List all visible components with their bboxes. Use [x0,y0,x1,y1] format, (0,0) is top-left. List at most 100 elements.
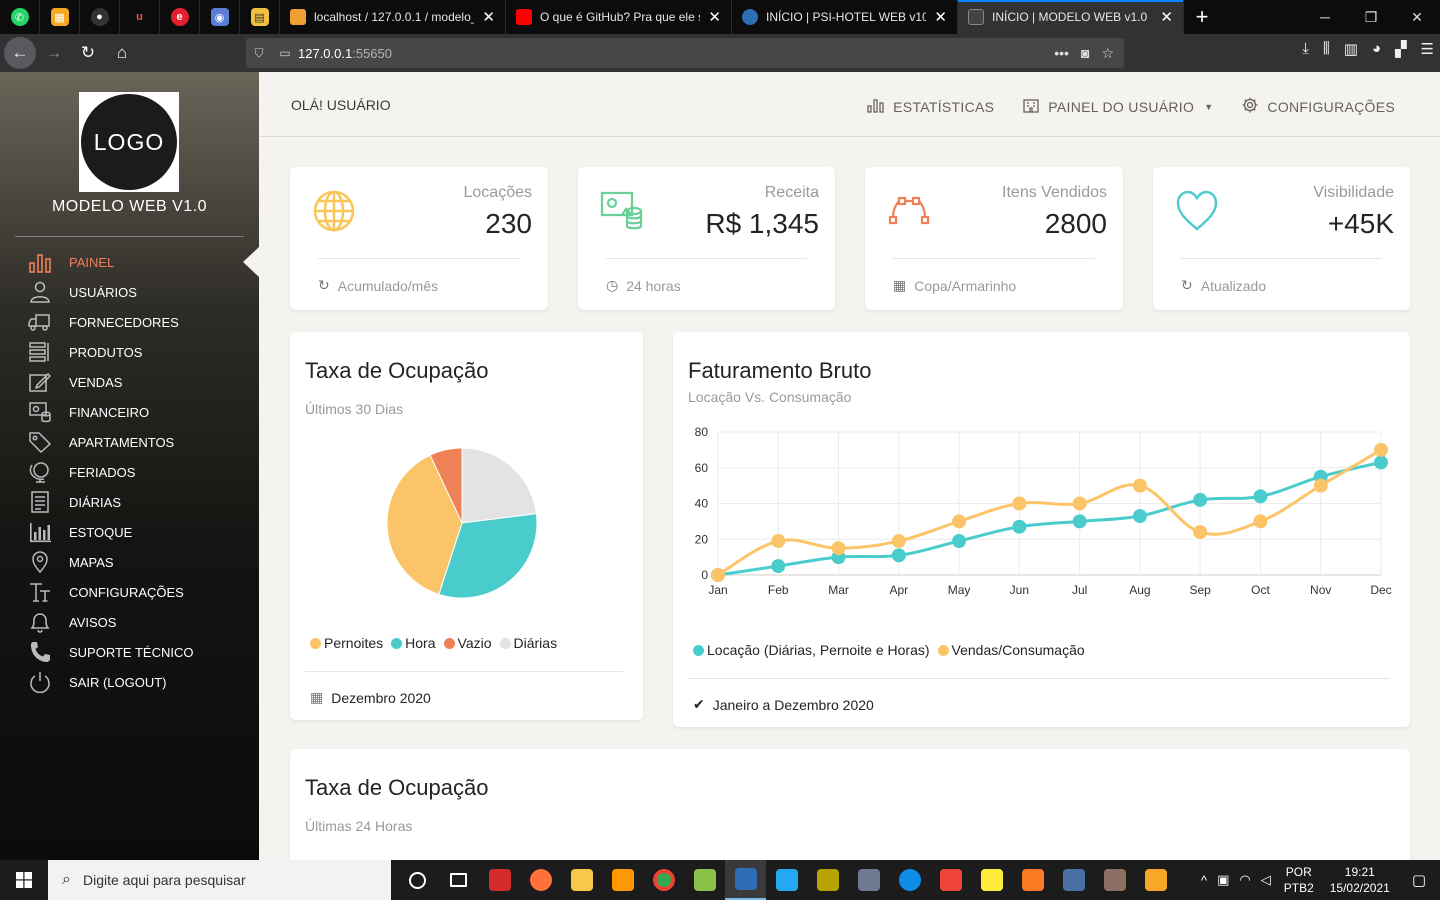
meet-now-icon[interactable]: ▣ [1212,872,1234,888]
sidebar-item-apartamentos[interactable]: APARTAMENTOS [26,427,193,457]
volume-icon[interactable]: ◁ [1256,872,1276,888]
taskbar-app-vscode[interactable] [766,860,807,900]
tab-psi-hotel[interactable]: INÍCIO | PSI-HOTEL WEB v10.3 ✕ [732,0,958,34]
taskbar-app-active[interactable] [725,860,766,900]
logo[interactable]: LOGO [79,92,179,192]
pinned-tab-udemy[interactable]: u [120,0,160,34]
user-panel-dropdown[interactable]: PAINEL DO USUÁRIO ▼ [1022,96,1213,117]
settings-link[interactable]: CONFIGURAÇÕES [1241,96,1395,117]
stats-link[interactable]: ESTATÍSTICAS [867,96,994,117]
taskbar-search[interactable]: ⌕ Digite aqui para pesquisar [48,860,391,900]
url-bar[interactable]: ⛉ ▭ 127.0.0.1:55650 ••• ◙ ☆ [246,38,1124,68]
clock[interactable]: 19:21 15/02/2021 [1322,864,1398,896]
taskbar-app-chrome[interactable] [643,860,684,900]
sidebar-item-fornecedores[interactable]: FORNECEDORES [26,307,193,337]
pinned-tab-whatsapp[interactable]: ✆ [0,0,40,34]
close-icon[interactable]: ✕ [482,8,495,26]
data-point-s1-jan[interactable] [711,568,725,582]
data-point-s0-oct[interactable] [1253,489,1268,504]
cortana-button[interactable] [397,860,438,900]
pocket-icon[interactable]: ◙ [1081,45,1089,62]
sidebar-item-usuarios[interactable]: USUÁRIOS [26,277,193,307]
data-point-s0-dec[interactable] [1374,455,1388,470]
forward-button[interactable]: → [38,37,70,69]
page-icon[interactable]: ▭ [272,46,298,60]
extensions-icon[interactable]: ▞ [1395,40,1407,58]
sidebar-item-configuracoes[interactable]: CONFIGURAÇÕES [26,577,193,607]
task-view-button[interactable] [438,860,479,900]
pinned-tab-e[interactable]: e [160,0,200,34]
bookmark-star-icon[interactable]: ☆ [1101,45,1114,62]
data-point-s0-jul[interactable] [1072,514,1087,529]
data-point-s1-oct[interactable] [1253,514,1268,529]
sidebar-item-feriados[interactable]: FERIADOS [26,457,193,487]
pinned-tab-app[interactable]: ▦ [40,0,80,34]
home-button[interactable]: ⌂ [106,37,138,69]
sidebar-item-diarias[interactable]: DIÁRIAS [26,487,193,517]
taskbar-app-anydesk[interactable] [930,860,971,900]
sidebar-item-produtos[interactable]: PRODUTOS [26,337,193,367]
data-point-s1-dec[interactable] [1374,442,1388,457]
data-point-s1-feb[interactable] [771,534,786,549]
data-point-s1-jun[interactable] [1012,496,1027,511]
sidebar-item-financeiro[interactable]: FINANCEIRO [26,397,193,427]
data-point-s0-aug[interactable] [1132,509,1147,524]
data-point-s1-may[interactable] [952,514,967,529]
sidebar-item-estoque[interactable]: ESTOQUE [26,517,193,547]
taskbar-app-sticky[interactable] [971,860,1012,900]
download-icon[interactable]: ⤓ [1302,40,1309,58]
chevron-up-icon[interactable]: ^ [1196,873,1212,888]
taskbar-app-xampp[interactable] [1012,860,1053,900]
data-point-s0-apr[interactable] [891,548,906,563]
pie-slice-dirias[interactable] [461,447,537,524]
sidebar-item-sair[interactable]: SAIR (LOGOUT) [26,667,193,697]
taskbar-app-explorer[interactable] [561,860,602,900]
data-point-s1-nov[interactable] [1313,478,1328,493]
data-point-s1-aug[interactable] [1132,478,1147,493]
pinned-tab-shield[interactable]: ◉ [200,0,240,34]
taskbar-app-tool[interactable] [1135,860,1176,900]
sidebar-item-painel[interactable]: PAINEL [26,247,193,277]
close-icon[interactable]: ✕ [708,8,721,26]
tab-modelo-web[interactable]: INÍCIO | MODELO WEB v1.0 ✕ [958,0,1184,34]
refresh-icon[interactable]: ↻ [1181,277,1193,294]
wifi-icon[interactable]: ◠ [1234,872,1255,888]
minimize-button[interactable]: ─ [1302,9,1348,26]
taskbar-app-dx[interactable] [479,860,520,900]
data-point-s1-sep[interactable] [1193,525,1208,540]
data-point-s1-apr[interactable] [891,534,906,549]
back-button[interactable]: ← [4,37,36,69]
pinned-tab-github[interactable]: ● [80,0,120,34]
reload-button[interactable]: ↻ [72,37,104,69]
taskbar-app-teamviewer[interactable] [889,860,930,900]
menu-icon[interactable]: ☰ [1421,40,1434,58]
notification-icon[interactable]: ▢ [1398,871,1440,889]
sidebar-item-mapas[interactable]: MAPAS [26,547,193,577]
data-point-s1-mar[interactable] [831,541,846,556]
taskbar-app-firefox[interactable] [520,860,561,900]
taskbar-app-notepad[interactable] [684,860,725,900]
sidebar-item-avisos[interactable]: AVISOS [26,607,193,637]
account-icon[interactable]: ◕ [1372,40,1381,58]
more-icon[interactable]: ••• [1054,45,1069,62]
sidebar-item-suporte[interactable]: SUPORTE TÉCNICO [26,637,193,667]
data-point-s0-jun[interactable] [1012,519,1027,534]
start-button[interactable] [0,860,48,900]
taskbar-app-store[interactable] [1053,860,1094,900]
data-point-s0-feb[interactable] [771,559,786,574]
library-icon[interactable]: ⫼ [1323,40,1330,58]
data-point-s0-may[interactable] [952,534,967,549]
close-icon[interactable]: ✕ [934,8,947,26]
taskbar-app-fireworks[interactable] [807,860,848,900]
language-indicator[interactable]: POR PTB2 [1276,864,1322,896]
new-tab-button[interactable]: + [1184,4,1220,30]
data-point-s0-sep[interactable] [1193,492,1208,507]
taskbar-app-media[interactable] [1094,860,1135,900]
restore-button[interactable]: ❐ [1348,9,1394,26]
pinned-tab-data[interactable]: ▤ [240,0,280,34]
refresh-icon[interactable]: ↻ [318,277,330,294]
close-window-button[interactable]: ✕ [1394,9,1440,26]
tab-phpmyadmin[interactable]: localhost / 127.0.0.1 / modelo_ ✕ [280,0,506,34]
data-point-s1-jul[interactable] [1072,496,1087,511]
sidebar-item-vendas[interactable]: VENDAS [26,367,193,397]
